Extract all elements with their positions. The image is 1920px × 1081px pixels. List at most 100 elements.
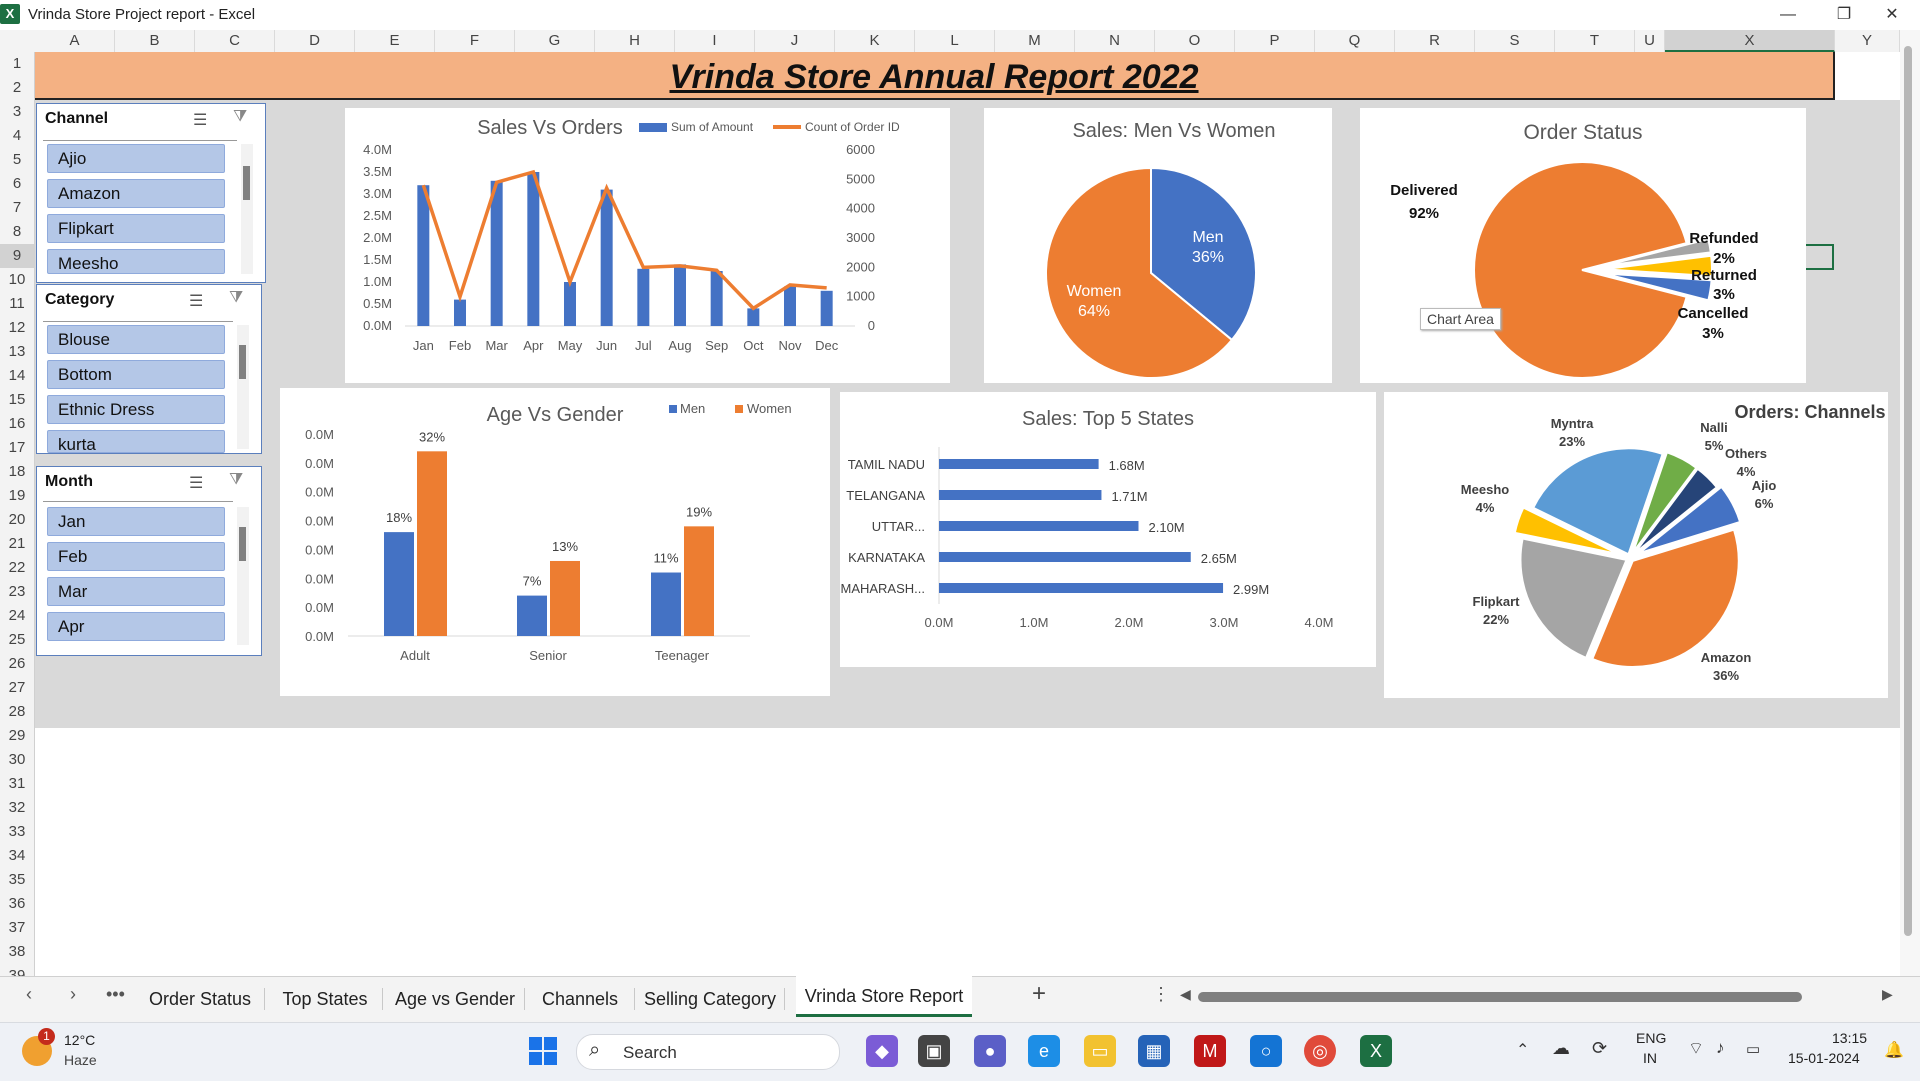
row-header[interactable]: 9 bbox=[0, 244, 34, 268]
notification-bell-icon[interactable]: 🔔 bbox=[1884, 1040, 1904, 1060]
slicer-item[interactable]: kurta bbox=[47, 430, 225, 454]
slicer-item[interactable]: Jan bbox=[47, 507, 225, 536]
chrome-icon[interactable]: ◎ bbox=[1304, 1035, 1336, 1067]
sync-icon[interactable]: ⟳ bbox=[1592, 1038, 1607, 1059]
taskbar-search-box[interactable]: ⌕ Search bbox=[576, 1034, 840, 1070]
slicer-item[interactable]: Ajio bbox=[47, 144, 225, 173]
battery-icon[interactable]: ▭ bbox=[1746, 1040, 1760, 1058]
scroll-right-icon[interactable]: ▶ bbox=[1882, 986, 1893, 1003]
sheet-tab[interactable]: Age vs Gender bbox=[390, 976, 520, 1020]
add-sheet-icon[interactable]: + bbox=[1032, 980, 1046, 1008]
column-header[interactable]: T bbox=[1555, 30, 1635, 52]
column-header[interactable]: A bbox=[35, 30, 115, 52]
row-header[interactable]: 7 bbox=[0, 196, 34, 220]
column-header[interactable]: S bbox=[1475, 30, 1555, 52]
slicer-item[interactable]: Flipkart bbox=[47, 214, 225, 243]
minimize-button[interactable]: — bbox=[1760, 0, 1816, 30]
multi-select-icon[interactable]: ☰ bbox=[189, 473, 203, 493]
column-header[interactable]: P bbox=[1235, 30, 1315, 52]
column-header[interactable]: F bbox=[435, 30, 515, 52]
row-header[interactable]: 1 bbox=[0, 52, 34, 76]
order-status-chart[interactable]: Order Status Delivered 92% Refunded 2% Return… bbox=[1360, 108, 1806, 383]
row-header[interactable]: 20 bbox=[0, 508, 34, 532]
row-header[interactable]: 35 bbox=[0, 868, 34, 892]
row-header[interactable]: 2 bbox=[0, 76, 34, 100]
horizontal-scroll-thumb[interactable] bbox=[1198, 992, 1802, 1002]
row-header[interactable]: 13 bbox=[0, 340, 34, 364]
month-slicer[interactable]: Month ☰ ⧩ Jan Feb Mar Apr bbox=[36, 466, 262, 656]
column-header[interactable]: D bbox=[275, 30, 355, 52]
slicer-item[interactable]: Ethnic Dress bbox=[47, 395, 225, 424]
row-header[interactable]: 14 bbox=[0, 364, 34, 388]
copilot-icon[interactable]: ◆ bbox=[866, 1035, 898, 1067]
column-header[interactable]: J bbox=[755, 30, 835, 52]
column-header[interactable]: X bbox=[1665, 30, 1835, 52]
top-states-chart[interactable]: Sales: Top 5 States TAMIL NADU 1.68M TELANG… bbox=[840, 392, 1376, 667]
region-label[interactable]: IN bbox=[1643, 1050, 1657, 1066]
row-header[interactable]: 12 bbox=[0, 316, 34, 340]
row-header[interactable]: 26 bbox=[0, 652, 34, 676]
row-header[interactable]: 11 bbox=[0, 292, 34, 316]
task-view-icon[interactable]: ▣ bbox=[918, 1035, 950, 1067]
column-header[interactable]: H bbox=[595, 30, 675, 52]
category-slicer[interactable]: Category ☰ ⧩ Blouse Bottom Ethnic Dress … bbox=[36, 284, 262, 454]
slicer-scrollbar[interactable] bbox=[241, 144, 253, 274]
row-header[interactable]: 31 bbox=[0, 772, 34, 796]
row-header[interactable]: 29 bbox=[0, 724, 34, 748]
teams-icon[interactable]: ● bbox=[974, 1035, 1006, 1067]
row-header[interactable]: 24 bbox=[0, 604, 34, 628]
slicer-item[interactable]: Mar bbox=[47, 577, 225, 606]
clock-date[interactable]: 15-01-2024 bbox=[1788, 1050, 1860, 1066]
row-header[interactable]: 22 bbox=[0, 556, 34, 580]
slicer-item[interactable]: Meesho bbox=[47, 249, 225, 274]
age-vs-gender-chart[interactable]: Age Vs Gender Men Women 0.0M 0.0M 0.0M 0.0M 0.0… bbox=[280, 388, 830, 696]
column-header[interactable]: N bbox=[1075, 30, 1155, 52]
column-header[interactable]: L bbox=[915, 30, 995, 52]
row-header[interactable]: 10 bbox=[0, 268, 34, 292]
clock-time[interactable]: 13:15 bbox=[1832, 1030, 1867, 1046]
row-header[interactable]: 8 bbox=[0, 220, 34, 244]
row-header[interactable]: 39 bbox=[0, 964, 34, 976]
wifi-icon[interactable]: ⌔ bbox=[1688, 1038, 1704, 1059]
clear-filter-icon[interactable]: ⧩ bbox=[229, 289, 243, 307]
row-header[interactable]: 36 bbox=[0, 892, 34, 916]
slicer-item[interactable]: Amazon bbox=[47, 179, 225, 208]
multi-select-icon[interactable]: ☰ bbox=[189, 291, 203, 311]
file-explorer-icon[interactable]: ▭ bbox=[1084, 1035, 1116, 1067]
row-header[interactable]: 19 bbox=[0, 484, 34, 508]
slicer-item[interactable]: Feb bbox=[47, 542, 225, 571]
row-header[interactable]: 21 bbox=[0, 532, 34, 556]
row-header[interactable]: 18 bbox=[0, 460, 34, 484]
sheet-tab[interactable]: Vrinda Store Report bbox=[796, 976, 972, 1017]
sales-men-women-chart[interactable]: Sales: Men Vs Women Men 36% Women 64% bbox=[984, 108, 1332, 383]
slicer-scroll-thumb[interactable] bbox=[239, 527, 246, 561]
edge-icon[interactable]: e bbox=[1028, 1035, 1060, 1067]
row-header[interactable]: 33 bbox=[0, 820, 34, 844]
column-header[interactable]: Q bbox=[1315, 30, 1395, 52]
row-header[interactable]: 37 bbox=[0, 916, 34, 940]
store-icon[interactable]: ▦ bbox=[1138, 1035, 1170, 1067]
column-header[interactable]: C bbox=[195, 30, 275, 52]
close-button[interactable]: ✕ bbox=[1864, 0, 1920, 30]
channel-slicer[interactable]: Channel ☰ ⧩ Ajio Amazon Flipkart Meesho bbox=[36, 103, 266, 283]
row-header[interactable]: 30 bbox=[0, 748, 34, 772]
multi-select-icon[interactable]: ☰ bbox=[193, 110, 207, 130]
row-header[interactable]: 15 bbox=[0, 388, 34, 412]
excel-taskbar-icon[interactable]: X bbox=[1360, 1035, 1392, 1067]
row-header[interactable]: 32 bbox=[0, 796, 34, 820]
row-header[interactable]: 25 bbox=[0, 628, 34, 652]
column-header[interactable]: R bbox=[1395, 30, 1475, 52]
sheet-tab[interactable]: Selling Category bbox=[640, 976, 780, 1020]
slicer-scroll-thumb[interactable] bbox=[239, 345, 246, 379]
chevron-up-icon[interactable]: ⌃ bbox=[1516, 1040, 1529, 1060]
column-header[interactable]: U bbox=[1635, 30, 1665, 52]
slicer-item[interactable]: Bottom bbox=[47, 360, 225, 389]
row-header[interactable]: 23 bbox=[0, 580, 34, 604]
sheet-tab[interactable]: Channels bbox=[530, 976, 630, 1020]
column-header[interactable]: M bbox=[995, 30, 1075, 52]
vertical-scroll-thumb[interactable] bbox=[1904, 46, 1912, 936]
row-header[interactable]: 5 bbox=[0, 148, 34, 172]
row-header[interactable]: 16 bbox=[0, 412, 34, 436]
cortana-icon[interactable]: ○ bbox=[1250, 1035, 1282, 1067]
column-header[interactable]: O bbox=[1155, 30, 1235, 52]
